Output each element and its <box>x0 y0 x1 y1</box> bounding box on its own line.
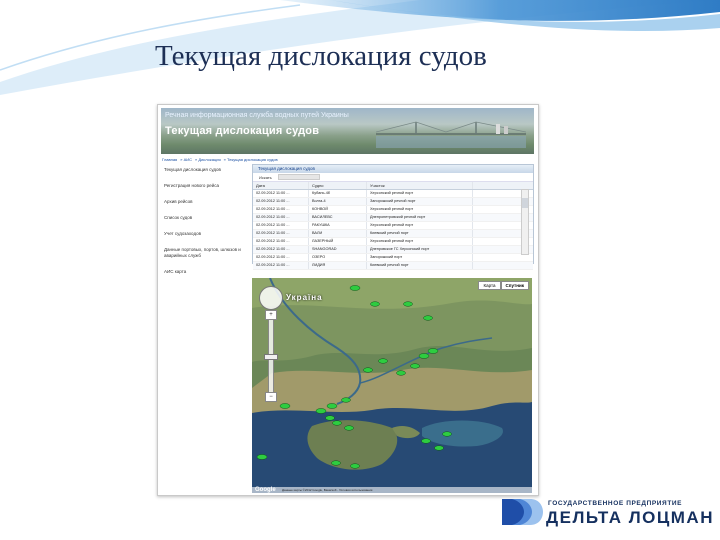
sidebar-item-port-calls[interactable]: Учет судозаходов <box>164 231 242 237</box>
delta-lotsman-logo-icon <box>502 499 543 525</box>
ais-map[interactable]: + − Україна Карта Спутник Данные карты ©… <box>252 278 532 493</box>
table-row[interactable]: 02.09.2012 11:00 ... ЛИДИЯ Киевский речной… <box>253 262 533 270</box>
table-row[interactable]: 02.09.2012 11:00 ... ВАСИЛЕВС Днепропетров… <box>253 214 533 222</box>
table-row[interactable]: 02.09.2012 11:00 ... ОЗЕРО Запорожский пор… <box>253 254 533 262</box>
zoom-out-button[interactable]: − <box>265 392 277 402</box>
map-country-label: Україна <box>286 293 323 302</box>
dislocation-panel: Текущая дислокация судов Искать Дата Суд… <box>252 164 534 270</box>
table-row[interactable]: 02.09.2012 11:00 ... ВАЛИ Киевский речной … <box>253 230 533 238</box>
cell-vessel: КОНВОЙ <box>309 206 367 213</box>
table-row[interactable]: 02.09.2012 11:00 ... ЛАЗЕРНЫЙ Херсонский р… <box>253 238 533 246</box>
cell-date: 02.09.2012 11:00 ... <box>253 238 309 245</box>
scrollbar-thumb[interactable] <box>522 198 528 208</box>
cell-place: Киевский речной порт <box>367 230 473 237</box>
cell-date: 02.09.2012 11:00 ... <box>253 230 309 237</box>
cell-place: Запорожский порт <box>367 254 473 261</box>
cell-place: Днепропетровский речной порт <box>367 214 473 221</box>
search-label[interactable]: Искать <box>259 175 272 180</box>
logo-title: ДЕЛЬТА ЛОЦМАН <box>546 508 714 527</box>
cell-vessel: ЛАЗЕРНЫЙ <box>309 238 367 245</box>
table-row[interactable]: 02.09.2012 11:00 ... КОНВОЙ Херсонский реч… <box>253 206 533 214</box>
cell-vessel: ОЗЕРО <box>309 254 367 261</box>
table-row[interactable]: 02.09.2012 11:00 ... РАКУШКА Херсонский ре… <box>253 222 533 230</box>
cell-vessel: ВАСИЛЕВС <box>309 214 367 221</box>
breadcrumb-item-home[interactable]: Главная <box>162 157 177 162</box>
sidebar-item-vessel-list[interactable]: Список судов <box>164 215 242 221</box>
cell-place: Запорожский речной порт <box>367 198 473 205</box>
zoom-slider-thumb[interactable] <box>264 354 278 360</box>
sidebar-item-trip-archive[interactable]: Архив рейсов <box>164 199 242 205</box>
sidebar-item-port-data[interactable]: Данные портовых, портов, шлюзов и аварий… <box>164 247 242 259</box>
breadcrumb: Главная» АИС» Дислокация» Текущая дислок… <box>162 157 278 162</box>
cell-date: 02.09.2012 11:00 ... <box>253 254 309 261</box>
cell-date: 02.09.2012 11:00 ... <box>253 262 309 269</box>
cell-place: Днепровское ГС Херсонский порт <box>367 246 473 253</box>
map-type-map-button[interactable]: Карта <box>478 281 501 290</box>
cell-place: Херсонский речной порт <box>367 222 473 229</box>
cell-date: 02.09.2012 11:00 ... <box>253 198 309 205</box>
slide-title: Текущая дислокация судов <box>155 40 487 72</box>
cell-vessel: Волга-4 <box>309 198 367 205</box>
cell-date: 02.09.2012 11:00 ... <box>253 246 309 253</box>
sidebar-item-ais-map[interactable]: АИС карта <box>164 269 242 275</box>
satellite-map <box>252 278 532 493</box>
cell-vessel: ЛИДИЯ <box>309 262 367 269</box>
sidebar-item-current-dislocation[interactable]: Текущая дислокация судов <box>164 167 242 173</box>
cell-date: 02.09.2012 11:00 ... <box>253 190 309 197</box>
bridge-photo <box>376 121 526 148</box>
column-header-place[interactable]: Участок <box>367 182 473 189</box>
column-header-extra <box>473 182 533 189</box>
breadcrumb-item-ais[interactable]: АИС <box>184 157 192 162</box>
cell-place: Херсонский речной порт <box>367 206 473 213</box>
breadcrumb-item-dislocation[interactable]: Дислокация <box>198 157 220 162</box>
google-logo: Google <box>255 487 276 493</box>
pan-control[interactable] <box>259 286 283 310</box>
banner-title: Текущая дислокация судов <box>165 125 320 137</box>
grid-header: Дата Судно Участок <box>253 182 533 190</box>
map-type-satellite-button[interactable]: Спутник <box>500 281 529 290</box>
logo-subtitle: ГОСУДАРСТВЕННОЕ ПРЕДПРИЯТИЕ <box>548 500 683 507</box>
panel-toolbar: Искать <box>253 173 533 182</box>
cell-vessel: Кубань-4б <box>309 190 367 197</box>
cell-extra <box>473 262 533 269</box>
cell-place: Херсонский речной порт <box>367 190 473 197</box>
cell-date: 02.09.2012 11:00 ... <box>253 206 309 213</box>
column-header-vessel[interactable]: Судно <box>309 182 367 189</box>
site-banner: Речная информационная служба водных путе… <box>161 108 534 154</box>
cell-vessel: ВАЛИ <box>309 230 367 237</box>
sidebar-item-register-trip[interactable]: Регистрация нового рейса <box>164 183 242 189</box>
cell-extra <box>473 254 533 261</box>
grid-body: 02.09.2012 11:00 ... Кубань-4б Херсонский … <box>253 190 533 270</box>
grid-scrollbar[interactable] <box>521 189 529 255</box>
breadcrumb-item-current: Текущая дислокация судов <box>227 157 278 162</box>
map-attribution: Данные карты ©2012 Google, Basarsoft - У… <box>252 487 532 493</box>
cell-place: Киевский речной порт <box>367 262 473 269</box>
sidebar: Текущая дислокация судов Регистрация нов… <box>164 167 242 285</box>
table-row[interactable]: 02.09.2012 11:00 ... Волга-4 Запорожский р… <box>253 198 533 206</box>
table-row[interactable]: 02.09.2012 11:00 ... SHANGORAD Днепровское… <box>253 246 533 254</box>
app-screenshot: Речная информационная служба водных путе… <box>157 104 539 496</box>
panel-title: Текущая дислокация судов <box>253 165 533 173</box>
cell-vessel: SHANGORAD <box>309 246 367 253</box>
table-row[interactable]: 02.09.2012 11:00 ... Кубань-4б Херсонский … <box>253 190 533 198</box>
search-input[interactable] <box>277 174 320 180</box>
cell-date: 02.09.2012 11:00 ... <box>253 222 309 229</box>
column-header-date[interactable]: Дата <box>253 182 309 189</box>
banner-subtitle: Речная информационная служба водных путе… <box>165 112 349 119</box>
cell-date: 02.09.2012 11:00 ... <box>253 214 309 221</box>
cell-place: Херсонский речной порт <box>367 238 473 245</box>
map-type-switcher: Карта Спутник <box>478 281 529 290</box>
cell-vessel: РАКУШКА <box>309 222 367 229</box>
zoom-in-button[interactable]: + <box>265 310 277 320</box>
